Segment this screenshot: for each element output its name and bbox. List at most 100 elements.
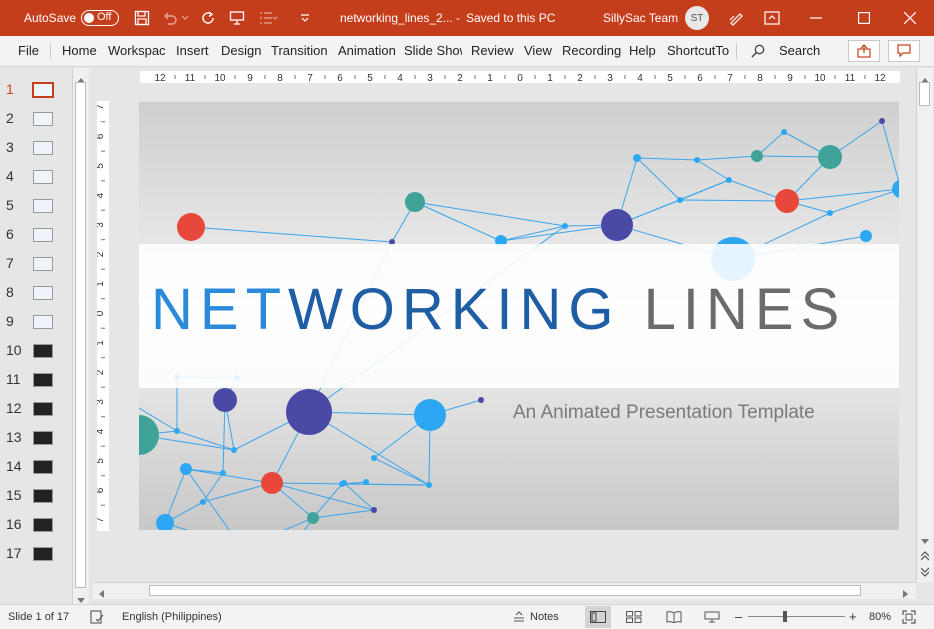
slide-thumbnail-image[interactable] [33,547,53,561]
slide-thumbnail[interactable]: 10 [0,336,72,365]
ruler-label: 4 [97,428,106,434]
user-avatar[interactable]: ST [685,0,709,36]
search-icon[interactable] [750,43,766,59]
slide-thumbnail[interactable]: 13 [0,423,72,452]
network-node [174,428,180,434]
slide-thumbnail[interactable]: 15 [0,481,72,510]
bullet-list-icon[interactable] [257,9,279,27]
slide-sorter-icon[interactable] [625,610,643,624]
editor-scroll-thumb[interactable] [919,82,930,106]
minimize-icon[interactable] [807,9,825,27]
slide-thumbnail[interactable]: 14 [0,452,72,481]
horizontal-scroll-thumb[interactable] [149,585,861,596]
notes-button[interactable]: Notes [530,605,559,629]
search-box[interactable]: Search [779,36,829,66]
tab-slide-show[interactable]: Slide Show [404,36,462,66]
slide-thumbnail-image[interactable] [33,170,53,184]
present-icon[interactable] [228,9,246,27]
reading-view-icon[interactable] [665,610,683,624]
slide-thumbnail[interactable]: 8 [0,278,72,307]
tab-transitions[interactable]: Transition [271,36,331,66]
slide-thumbnail-number: 8 [6,284,14,300]
tab-design[interactable]: Design [221,36,267,66]
slide-thumbnail-image[interactable] [33,112,53,126]
slide-thumbnail-image[interactable] [33,286,53,300]
tab-insert[interactable]: Insert [176,36,220,66]
slide-thumbnail-image[interactable] [33,373,53,387]
zoom-slider-thumb[interactable] [783,611,787,622]
undo-dropdown-icon[interactable] [181,12,189,24]
tab-shortcut-tools[interactable]: ShortcutTo [667,36,729,66]
slide-thumbnail-image[interactable] [33,257,53,271]
slide-thumbnail-number: 15 [6,487,22,503]
slide-thumbnail[interactable]: 11 [0,365,72,394]
slide-thumbnail-image[interactable] [33,489,53,503]
zoom-slider[interactable] [748,616,845,617]
zoom-out-button[interactable]: – [735,605,742,629]
save-icon[interactable] [133,9,151,27]
slide-thumbnail[interactable]: 17 [0,539,72,568]
slide-canvas[interactable]: NETWORKING LINES An Animated Presentatio… [139,102,899,530]
slide-thumbnail-image[interactable] [33,228,53,242]
slide-thumbnail[interactable]: 3 [0,133,72,162]
slide-thumbnail[interactable]: 4 [0,162,72,191]
ribbon-display-icon[interactable] [763,9,781,27]
spellcheck-icon[interactable] [90,610,104,624]
tab-recording[interactable]: Recording [562,36,622,66]
share-icon[interactable] [848,40,880,62]
slide-thumbnail[interactable]: 7 [0,249,72,278]
slide-title[interactable]: NETWORKING LINES [151,278,899,342]
ruler-label: 7 [97,104,106,110]
thumbnail-scrollbar[interactable] [72,68,89,604]
slide-thumbnail[interactable]: 5 [0,191,72,220]
slide-thumbnail[interactable]: 12 [0,394,72,423]
slide-thumbnail-image[interactable] [33,199,53,213]
slide-thumbnail[interactable]: 16 [0,510,72,539]
slide-thumbnail-image[interactable] [33,344,53,358]
zoom-in-button[interactable]: + [849,605,857,629]
undo-icon[interactable] [161,9,179,27]
maximize-icon[interactable] [855,9,873,27]
language-indicator[interactable]: English (Philippines) [122,605,222,629]
tab-view[interactable]: View [524,36,556,66]
tab-file[interactable]: File [18,36,58,66]
tab-home[interactable]: Home [62,36,102,66]
slide-subtitle[interactable]: An Animated Presentation Template [513,402,815,424]
pen-icon[interactable] [727,9,745,27]
close-icon[interactable] [901,9,919,27]
slide-thumbnail[interactable]: 2 [0,104,72,133]
scroll-right-icon[interactable] [903,587,909,601]
editor-vertical-scrollbar[interactable] [916,68,933,582]
slide-thumbnail-image[interactable] [33,402,53,416]
tab-animations[interactable]: Animation [338,36,398,66]
comments-icon[interactable] [888,40,920,62]
tab-workspace[interactable]: Workspac [108,36,166,66]
slide-thumbnail-image[interactable] [33,460,53,474]
autosave-toggle[interactable]: Off [81,0,119,36]
slide-thumbnail[interactable]: 1 [0,75,72,104]
user-name[interactable]: SillySac Team [603,0,678,36]
scroll-down-icon[interactable] [921,534,929,548]
slide-thumbnail-image[interactable] [32,82,54,98]
scroll-left-icon[interactable] [98,587,104,601]
fit-to-window-icon[interactable] [902,610,916,624]
slide-thumbnail[interactable]: 6 [0,220,72,249]
tab-review[interactable]: Review [471,36,519,66]
redo-icon[interactable] [199,9,217,27]
slide-thumbnail[interactable]: 9 [0,307,72,336]
normal-view-icon[interactable] [585,606,611,628]
zoom-level[interactable]: 80% [869,605,891,629]
editor-horizontal-scrollbar[interactable] [93,582,916,599]
slide-thumbnail-image[interactable] [33,431,53,445]
slide-thumbnail-image[interactable] [33,518,53,532]
notes-icon[interactable] [513,611,525,623]
next-slide-icon[interactable] [920,566,930,580]
thumbnail-scroll-thumb[interactable] [75,82,86,588]
tab-help[interactable]: Help [629,36,661,66]
customize-qat-icon[interactable] [298,12,312,24]
slideshow-view-icon[interactable] [703,610,721,624]
slide-thumbnail-image[interactable] [33,315,53,329]
network-node [775,189,799,213]
slide-thumbnail-image[interactable] [33,141,53,155]
previous-slide-icon[interactable] [920,550,930,564]
